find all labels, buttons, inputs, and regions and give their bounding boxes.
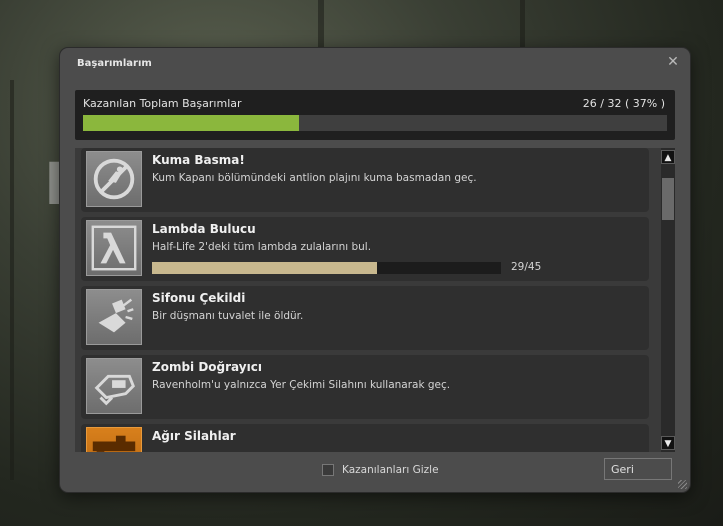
background-tree — [520, 0, 525, 48]
scroll-thumb[interactable] — [662, 178, 674, 220]
resize-grip-icon[interactable] — [678, 480, 687, 489]
summary-count: 26 / 32 ( 37% ) — [582, 97, 665, 110]
background-tree — [318, 0, 324, 48]
achievement-progress-count: 29/45 — [511, 261, 542, 273]
achievement-name: Sifonu Çekildi — [152, 291, 246, 305]
scroll-down-button[interactable]: ▼ — [661, 436, 675, 450]
no-sand-icon — [86, 151, 142, 207]
summary-label: Kazanılan Toplam Başarımlar — [83, 97, 242, 110]
achievement-list-frame: Kuma Basma! Kum Kapanı bölümündeki antli… — [75, 148, 675, 452]
hide-earned-checkbox[interactable] — [322, 464, 334, 476]
dialog-title: Başarımlarım — [77, 58, 152, 69]
hide-earned-label[interactable]: Kazanılanları Gizle — [342, 464, 439, 476]
heavy-weapon-icon — [86, 427, 142, 452]
achievement-name: Lambda Bulucu — [152, 222, 256, 236]
achievement-description: Bir düşmanı tuvalet ile öldür. — [152, 310, 304, 322]
achievement-name: Ağır Silahlar — [152, 429, 236, 443]
achievement-item: Zombi Doğrayıcı Ravenholm'u yalnızca Yer… — [81, 355, 649, 419]
hide-earned-option[interactable]: Kazanılanları Gizle — [322, 462, 439, 478]
achievement-progress-bar — [152, 262, 501, 274]
scroll-up-button[interactable]: ▲ — [661, 150, 675, 164]
achievement-item: Kuma Basma! Kum Kapanı bölümündeki antli… — [81, 148, 649, 212]
background-tree — [10, 80, 14, 480]
achievement-item: Ağır Silahlar — [81, 424, 649, 452]
lambda-icon — [86, 220, 142, 276]
achievement-list-scrollbar[interactable]: ▲ ▼ — [661, 148, 675, 452]
achievement-progress-fill — [152, 262, 377, 274]
achievement-item: Lambda Bulucu Half-Life 2'deki tüm lambd… — [81, 217, 649, 281]
achievement-name: Zombi Doğrayıcı — [152, 360, 262, 374]
achievement-description: Ravenholm'u yalnızca Yer Çekimi Silahını… — [152, 379, 451, 391]
achievement-name: Kuma Basma! — [152, 153, 245, 167]
achievement-description: Half-Life 2'deki tüm lambda zulalarını b… — [152, 241, 372, 253]
back-button[interactable]: Geri — [604, 458, 672, 480]
achievements-dialog: Başarımlarım ✕ Kazanılan Toplam Başarıml… — [60, 48, 690, 492]
total-achievements-summary: Kazanılan Toplam Başarımlar 26 / 32 ( 37… — [75, 90, 675, 140]
summary-progress-bar — [83, 115, 667, 131]
summary-progress-fill — [83, 115, 300, 131]
achievement-list: Kuma Basma! Kum Kapanı bölümündeki antli… — [81, 148, 649, 452]
achievement-item: Sifonu Çekildi Bir düşmanı tuvalet ile ö… — [81, 286, 649, 350]
gravity-gun-icon — [86, 358, 142, 414]
toilet-icon — [86, 289, 142, 345]
close-icon[interactable]: ✕ — [666, 55, 680, 69]
achievement-description: Kum Kapanı bölümündeki antlion plajını k… — [152, 172, 477, 184]
